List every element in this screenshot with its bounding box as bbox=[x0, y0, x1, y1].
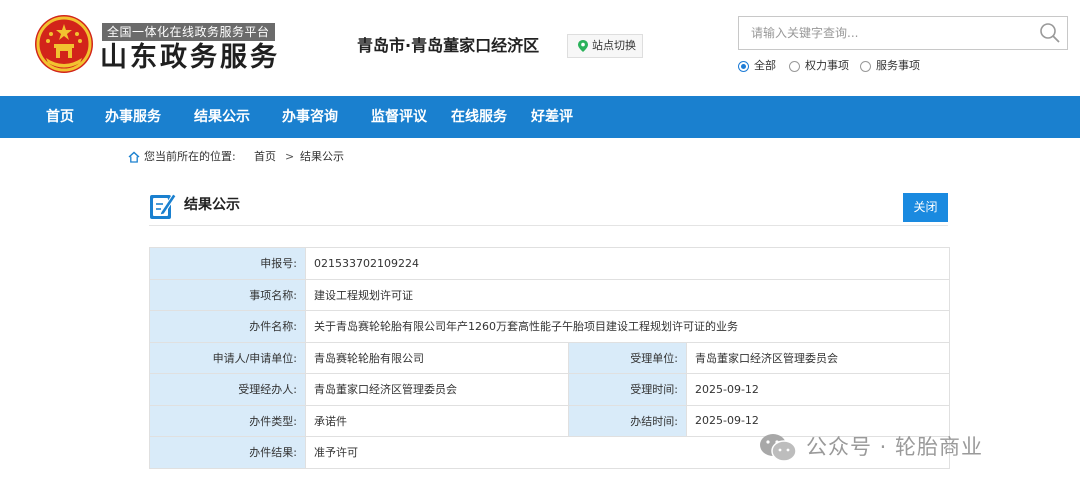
panel-divider bbox=[149, 225, 948, 226]
handler-value: 青岛董家口经济区管理委员会 bbox=[305, 373, 569, 406]
breadcrumb-home[interactable]: 首页 bbox=[254, 148, 276, 166]
radio-unselected-icon bbox=[789, 61, 800, 72]
table-row: 申请人/申请单位: 青岛赛轮轮胎有限公司 受理单位: 青岛董家口经济区管理委员会 bbox=[149, 341, 951, 374]
handler-label: 受理经办人: bbox=[149, 373, 306, 406]
search-icon[interactable] bbox=[1039, 22, 1061, 44]
scope-radio-power[interactable]: 权力事项 bbox=[789, 58, 849, 74]
applicant-value: 青岛赛轮轮胎有限公司 bbox=[305, 341, 569, 374]
search-box bbox=[738, 16, 1068, 50]
scope-radio-service[interactable]: 服务事项 bbox=[860, 58, 920, 74]
panel-title: 结果公示 bbox=[184, 197, 240, 213]
radio-selected-icon bbox=[738, 61, 749, 72]
region-name: 青岛市·青岛董家口经济区 bbox=[357, 36, 540, 55]
site-header: 全国一体化在线政务服务平台 山东政务服务 青岛市·青岛董家口经济区 站点切换 全… bbox=[0, 0, 1080, 96]
case-type-label: 办件类型: bbox=[149, 404, 306, 437]
nav-item-supervise[interactable]: 监督评议 bbox=[371, 96, 427, 138]
accepting-unit-value: 青岛董家口经济区管理委员会 bbox=[685, 341, 951, 374]
main-nav: 首页 办事服务 结果公示 办事咨询 监督评议 在线服务 好差评 bbox=[0, 96, 1080, 138]
finish-time-label: 办结时间: bbox=[568, 404, 687, 437]
nav-item-rating[interactable]: 好差评 bbox=[531, 96, 573, 138]
close-button[interactable]: 关闭 bbox=[903, 193, 948, 222]
national-emblem-icon bbox=[35, 15, 93, 73]
table-row: 办件名称: 关于青岛赛轮轮胎有限公司年产1260万套高性能子午胎项目建设工程规划… bbox=[149, 310, 951, 343]
scope-label: 服务事项 bbox=[876, 59, 920, 72]
platform-tag: 全国一体化在线政务服务平台 bbox=[102, 23, 275, 41]
report-no-value: 021533702109224 bbox=[304, 247, 951, 280]
nav-item-consult[interactable]: 办事咨询 bbox=[282, 96, 338, 138]
site-title[interactable]: 山东政务服务 bbox=[100, 41, 280, 75]
site-switch-label: 站点切换 bbox=[592, 39, 636, 52]
table-row: 事项名称: 建设工程规划许可证 bbox=[149, 278, 951, 311]
site-switch-button[interactable]: 站点切换 bbox=[567, 34, 643, 58]
search-input[interactable] bbox=[739, 17, 1029, 49]
nav-item-online[interactable]: 在线服务 bbox=[451, 96, 507, 138]
scope-label: 权力事项 bbox=[805, 59, 849, 72]
nav-item-results[interactable]: 结果公示 bbox=[194, 96, 250, 138]
case-name-label: 办件名称: bbox=[149, 310, 306, 343]
nav-item-services[interactable]: 办事服务 bbox=[105, 96, 161, 138]
breadcrumb-current: 结果公示 bbox=[300, 150, 344, 163]
table-row: 申报号: 021533702109224 bbox=[149, 247, 951, 280]
wechat-logo-icon bbox=[760, 434, 797, 462]
accepting-unit-label: 受理单位: bbox=[568, 341, 687, 374]
home-icon bbox=[128, 151, 140, 163]
accept-time-value: 2025-09-12 bbox=[685, 373, 951, 406]
accept-time-label: 受理时间: bbox=[568, 373, 687, 406]
item-name-label: 事项名称: bbox=[149, 278, 306, 311]
applicant-label: 申请人/申请单位: bbox=[149, 341, 306, 374]
location-pin-icon bbox=[578, 40, 588, 52]
result-label: 办件结果: bbox=[149, 436, 306, 469]
case-name-value: 关于青岛赛轮轮胎有限公司年产1260万套高性能子午胎项目建设工程规划许可证的业务 bbox=[304, 310, 951, 343]
item-name-value: 建设工程规划许可证 bbox=[304, 278, 951, 311]
edit-document-icon bbox=[150, 193, 177, 219]
table-row: 受理经办人: 青岛董家口经济区管理委员会 受理时间: 2025-09-12 bbox=[149, 373, 951, 406]
breadcrumb-prefix: 您当前所在的位置: bbox=[144, 150, 236, 163]
radio-unselected-icon bbox=[860, 61, 871, 72]
scope-label: 全部 bbox=[754, 59, 776, 72]
scope-radio-all[interactable]: 全部 bbox=[738, 58, 776, 74]
nav-item-home[interactable]: 首页 bbox=[46, 96, 74, 138]
breadcrumb-separator: > bbox=[285, 150, 295, 163]
watermark-text: 公众号 · 轮胎商业 bbox=[806, 435, 984, 459]
case-type-value: 承诺件 bbox=[305, 404, 569, 437]
report-no-label: 申报号: bbox=[149, 247, 306, 280]
watermark: 公众号 · 轮胎商业 bbox=[758, 430, 1058, 464]
